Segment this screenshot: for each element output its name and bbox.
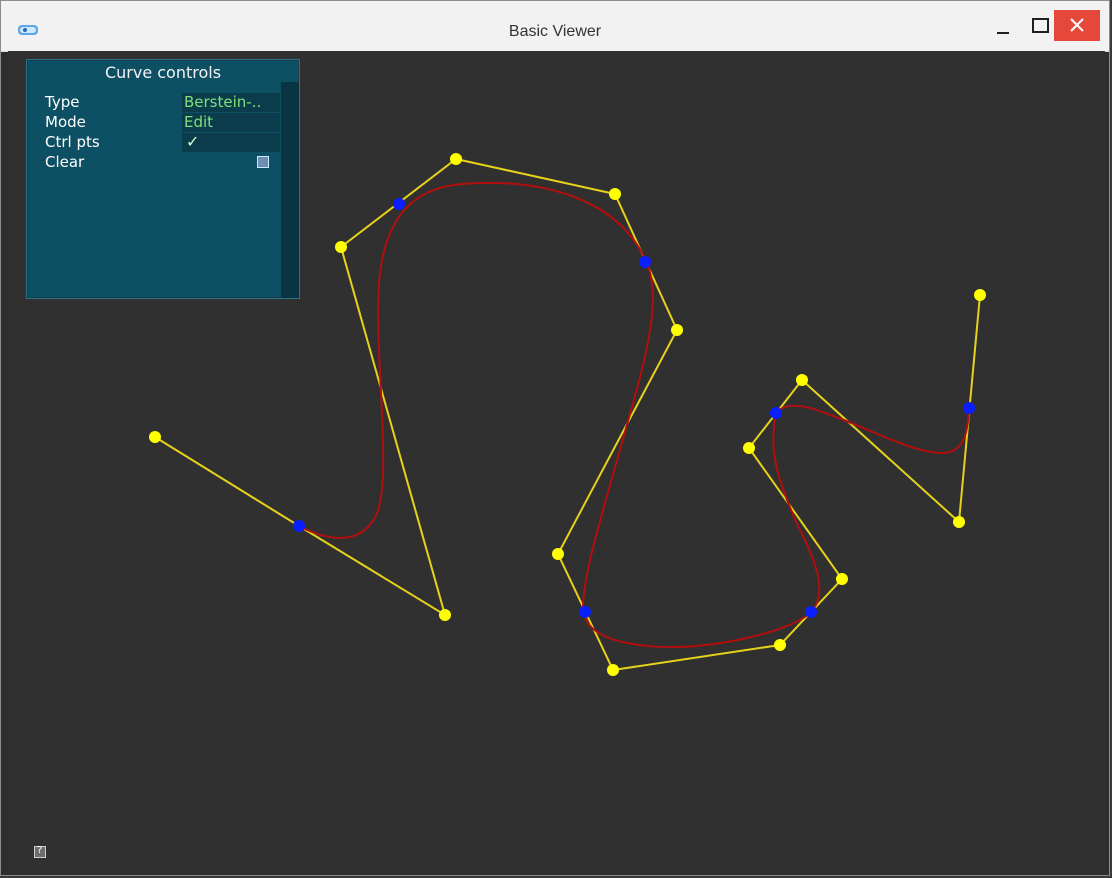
control-point[interactable] xyxy=(149,431,161,443)
help-icon[interactable]: ? xyxy=(34,845,46,858)
render-viewport[interactable]: Curve controls Type Berstein-.. Mode Edi… xyxy=(8,51,1105,873)
control-point[interactable] xyxy=(774,639,786,651)
type-value: Berstein-.. xyxy=(184,93,262,111)
ctrl-pts-label: Ctrl pts xyxy=(45,133,100,151)
knot-point[interactable] xyxy=(393,198,405,210)
knot-point[interactable] xyxy=(579,606,591,618)
type-field[interactable]: Berstein-.. xyxy=(182,93,280,112)
control-point[interactable] xyxy=(796,374,808,386)
curve-controls-panel: Curve controls Type Berstein-.. Mode Edi… xyxy=(26,59,300,299)
bezier-curve xyxy=(298,181,970,649)
row-type[interactable]: Type Berstein-.. xyxy=(45,93,280,113)
row-mode[interactable]: Mode Edit xyxy=(45,113,280,133)
row-clear[interactable]: Clear xyxy=(45,153,279,173)
panel-title: Curve controls xyxy=(104,63,222,82)
control-point[interactable] xyxy=(836,573,848,585)
control-point[interactable] xyxy=(671,324,683,336)
type-label: Type xyxy=(45,93,80,111)
close-button[interactable] xyxy=(1054,10,1100,41)
knot-point[interactable] xyxy=(293,520,305,532)
control-point[interactable] xyxy=(609,188,621,200)
minimize-icon[interactable] xyxy=(985,10,1030,41)
title-bar: Basic Viewer xyxy=(1,1,1109,52)
control-point[interactable] xyxy=(439,609,451,621)
mode-value: Edit xyxy=(184,113,214,131)
checkmark-icon: ✓ xyxy=(186,132,200,151)
control-point[interactable] xyxy=(953,516,965,528)
viewer-window: Basic Viewer Curve controls Type Berstei… xyxy=(0,0,1110,876)
help-glyph: ? xyxy=(37,845,43,856)
mode-field[interactable]: Edit xyxy=(182,113,280,132)
control-point[interactable] xyxy=(974,289,986,301)
control-point[interactable] xyxy=(607,664,619,676)
control-point[interactable] xyxy=(743,442,755,454)
ctrl-pts-toggle[interactable]: ✓ xyxy=(182,132,280,152)
knot-point[interactable] xyxy=(639,256,651,268)
knot-point[interactable] xyxy=(963,402,975,414)
window-title: Basic Viewer xyxy=(508,23,602,40)
knot-point[interactable] xyxy=(805,606,817,618)
close-icon xyxy=(1070,18,1084,32)
control-point[interactable] xyxy=(335,241,347,253)
control-point[interactable] xyxy=(450,153,462,165)
clear-label: Clear xyxy=(45,153,85,171)
knot-point[interactable] xyxy=(770,407,782,419)
clear-button[interactable] xyxy=(257,156,269,168)
knot-points[interactable] xyxy=(293,198,975,618)
panel-scrollbar[interactable] xyxy=(281,82,299,298)
row-ctrl-pts[interactable]: Ctrl pts ✓ xyxy=(45,132,280,153)
mode-label: Mode xyxy=(45,113,86,131)
control-point[interactable] xyxy=(552,548,564,560)
